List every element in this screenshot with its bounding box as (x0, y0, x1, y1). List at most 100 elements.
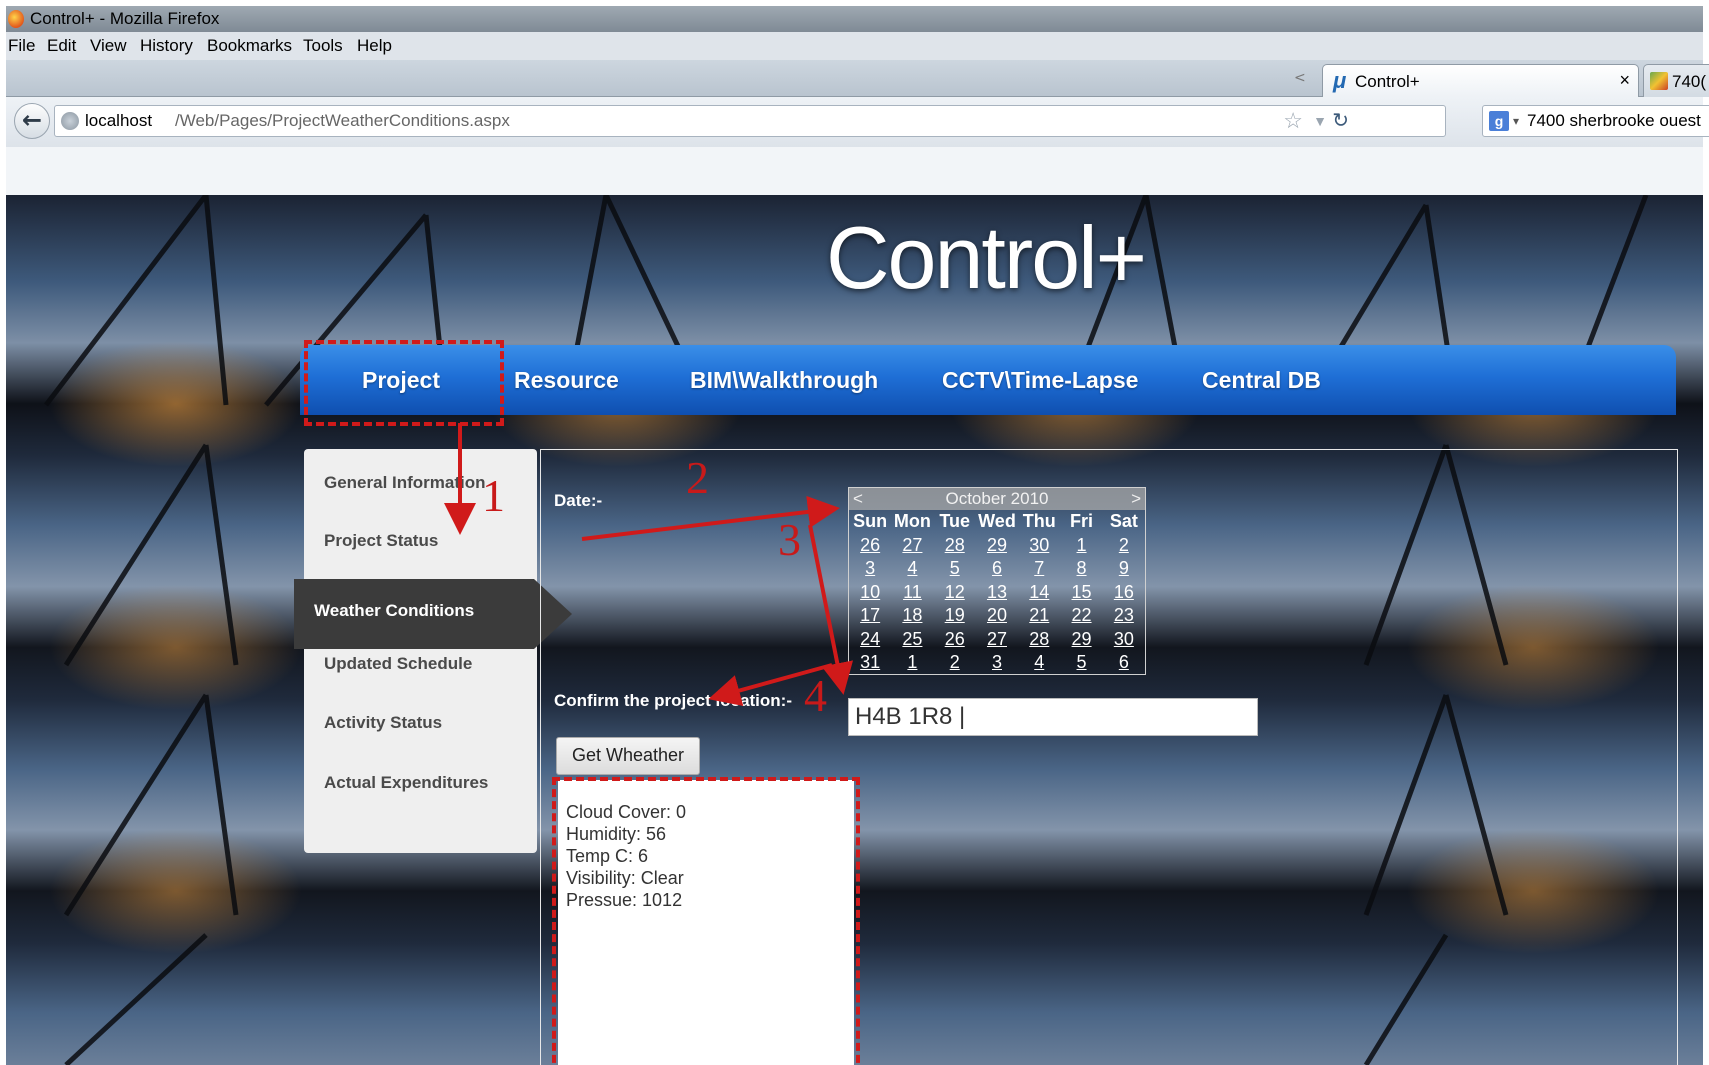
date-calendar: < October 2010 > Sun Mon Tue Wed Thu Fri… (848, 487, 1146, 675)
calendar-day[interactable]: 29 (976, 534, 1018, 558)
calendar-day[interactable]: 12 (934, 581, 976, 605)
calendar-day[interactable]: 5 (934, 557, 976, 581)
search-engine-dropdown-icon[interactable]: ▾ (1513, 106, 1519, 136)
calendar-day[interactable]: 24 (849, 628, 891, 652)
calendar-day[interactable]: 16 (1103, 581, 1145, 605)
calendar-weekday: Fri (1070, 511, 1094, 531)
search-text: 7400 sherbrooke ouest (1527, 111, 1701, 130)
calendar-weekday: Sun (853, 511, 888, 531)
tab-label: 740( (1672, 72, 1707, 91)
calendar-weekday: Thu (1022, 511, 1056, 531)
calendar-day[interactable]: 2 (1103, 534, 1145, 558)
calendar-day[interactable]: 1 (891, 651, 933, 675)
back-button[interactable]: ← (14, 103, 50, 139)
calendar-day[interactable]: 22 (1060, 604, 1102, 628)
calendar-day[interactable]: 30 (1103, 628, 1145, 652)
calendar-day[interactable]: 3 (849, 557, 891, 581)
calendar-day[interactable]: 26 (934, 628, 976, 652)
maps-favicon-icon (1650, 72, 1668, 90)
menu-bookmarks[interactable]: Bookmarks (207, 32, 292, 60)
calendar-weekday: Sat (1109, 511, 1138, 531)
nav-bim-walkthrough[interactable]: BIM\Walkthrough (690, 345, 878, 415)
calendar-day[interactable]: 18 (891, 604, 933, 628)
close-tab-icon[interactable]: × (1619, 70, 1630, 91)
calendar-day[interactable]: 27 (891, 534, 933, 558)
calendar-day[interactable]: 26 (849, 534, 891, 558)
site-identity-icon[interactable] (61, 112, 79, 130)
tab-control-plus[interactable]: μ Control+ × (1322, 64, 1639, 97)
location-input[interactable]: H4B 1R8 | (848, 698, 1258, 736)
url-path: /Web/Pages/ProjectWeatherConditions.aspx (175, 111, 510, 130)
tab-scroll-left-icon[interactable]: < (1294, 70, 1306, 86)
nav-central-db[interactable]: Central DB (1202, 345, 1321, 415)
tab-label: Control+ (1355, 72, 1420, 91)
calendar-weekday: Mon (893, 511, 931, 531)
calendar-day[interactable]: 13 (976, 581, 1018, 605)
nav-resource[interactable]: Resource (514, 345, 619, 415)
calendar-day[interactable]: 19 (934, 604, 976, 628)
calendar-next-month[interactable]: > (1131, 488, 1141, 510)
calendar-day[interactable]: 15 (1060, 581, 1102, 605)
calendar-day[interactable]: 4 (1018, 651, 1060, 675)
calendar-day[interactable]: 29 (1060, 628, 1102, 652)
get-weather-button[interactable]: Get Wheather (556, 737, 700, 775)
calendar-day[interactable]: 30 (1018, 534, 1060, 558)
nav-cctv-time-lapse[interactable]: CCTV\Time-Lapse (942, 345, 1138, 415)
side-item-actual-expenditures[interactable]: Actual Expenditures (324, 773, 488, 793)
bookmark-star-icon[interactable]: ☆ (1283, 106, 1303, 136)
url-bar[interactable]: localhost /Web/Pages/ProjectWeatherCondi… (54, 105, 1446, 137)
calendar-day[interactable]: 7 (1018, 557, 1060, 581)
google-search-icon[interactable]: g (1489, 111, 1509, 131)
calendar-day[interactable]: 23 (1103, 604, 1145, 628)
calendar-day[interactable]: 9 (1103, 557, 1145, 581)
site-logo[interactable]: Control+ (826, 207, 1147, 309)
history-dropdown-icon[interactable]: ▼ (1313, 106, 1327, 136)
calendar-day[interactable]: 3 (976, 651, 1018, 675)
calendar-day[interactable]: 2 (934, 651, 976, 675)
calendar-day[interactable]: 31 (849, 651, 891, 675)
tab-maps[interactable]: 740( (1643, 64, 1709, 97)
calendar-day[interactable]: 14 (1018, 581, 1060, 605)
url-host: localhost (85, 111, 153, 130)
reload-icon[interactable]: ↻ (1332, 106, 1349, 136)
menu-history[interactable]: History (140, 32, 193, 60)
annotation-number-2: 2 (686, 452, 709, 503)
menu-view[interactable]: View (90, 32, 127, 60)
side-item-activity-status[interactable]: Activity Status (324, 713, 442, 733)
calendar-grid: Sun Mon Tue Wed Thu Fri Sat 26 27 28 29 30 1 2… (849, 510, 1145, 675)
firefox-icon (8, 10, 24, 28)
calendar-day[interactable]: 5 (1060, 651, 1102, 675)
side-item-general-information[interactable]: General Information (324, 473, 486, 493)
calendar-day[interactable]: 28 (934, 534, 976, 558)
side-item-updated-schedule[interactable]: Updated Schedule (324, 654, 472, 674)
calendar-day[interactable]: 25 (891, 628, 933, 652)
calendar-prev-month[interactable]: < (853, 488, 863, 510)
side-item-weather-conditions[interactable]: Weather Conditions (294, 579, 572, 649)
navigation-toolbar: ← localhost /Web/Pages/ProjectWeatherCon… (6, 97, 1709, 147)
calendar-day[interactable]: 27 (976, 628, 1018, 652)
calendar-week-row: 26 27 28 29 30 1 2 (849, 534, 1145, 558)
side-item-project-status[interactable]: Project Status (324, 531, 438, 551)
calendar-day[interactable]: 10 (849, 581, 891, 605)
calendar-day[interactable]: 11 (891, 581, 933, 605)
calendar-day[interactable]: 17 (849, 604, 891, 628)
calendar-week-row: 17 18 19 20 21 22 23 (849, 604, 1145, 628)
date-label: Date:- (554, 491, 603, 510)
menu-file[interactable]: File (8, 32, 35, 60)
calendar-day[interactable]: 8 (1060, 557, 1102, 581)
window-titlebar: Control+ - Mozilla Firefox (6, 6, 1703, 32)
calendar-day[interactable]: 1 (1060, 534, 1102, 558)
calendar-day[interactable]: 6 (976, 557, 1018, 581)
menu-tools[interactable]: Tools (303, 32, 343, 60)
search-box[interactable]: g ▾ 7400 sherbrooke ouest (1482, 105, 1709, 137)
calendar-weekday: Wed (978, 511, 1016, 531)
menu-help[interactable]: Help (357, 32, 392, 60)
menu-edit[interactable]: Edit (47, 32, 76, 60)
calendar-day[interactable]: 4 (891, 557, 933, 581)
calendar-day[interactable]: 28 (1018, 628, 1060, 652)
calendar-day[interactable]: 21 (1018, 604, 1060, 628)
calendar-month-label: October 2010 (945, 489, 1049, 508)
calendar-day[interactable]: 20 (976, 604, 1018, 628)
calendar-day[interactable]: 6 (1103, 651, 1145, 675)
calendar-week-row: 31 1 2 3 4 5 6 (849, 651, 1145, 675)
